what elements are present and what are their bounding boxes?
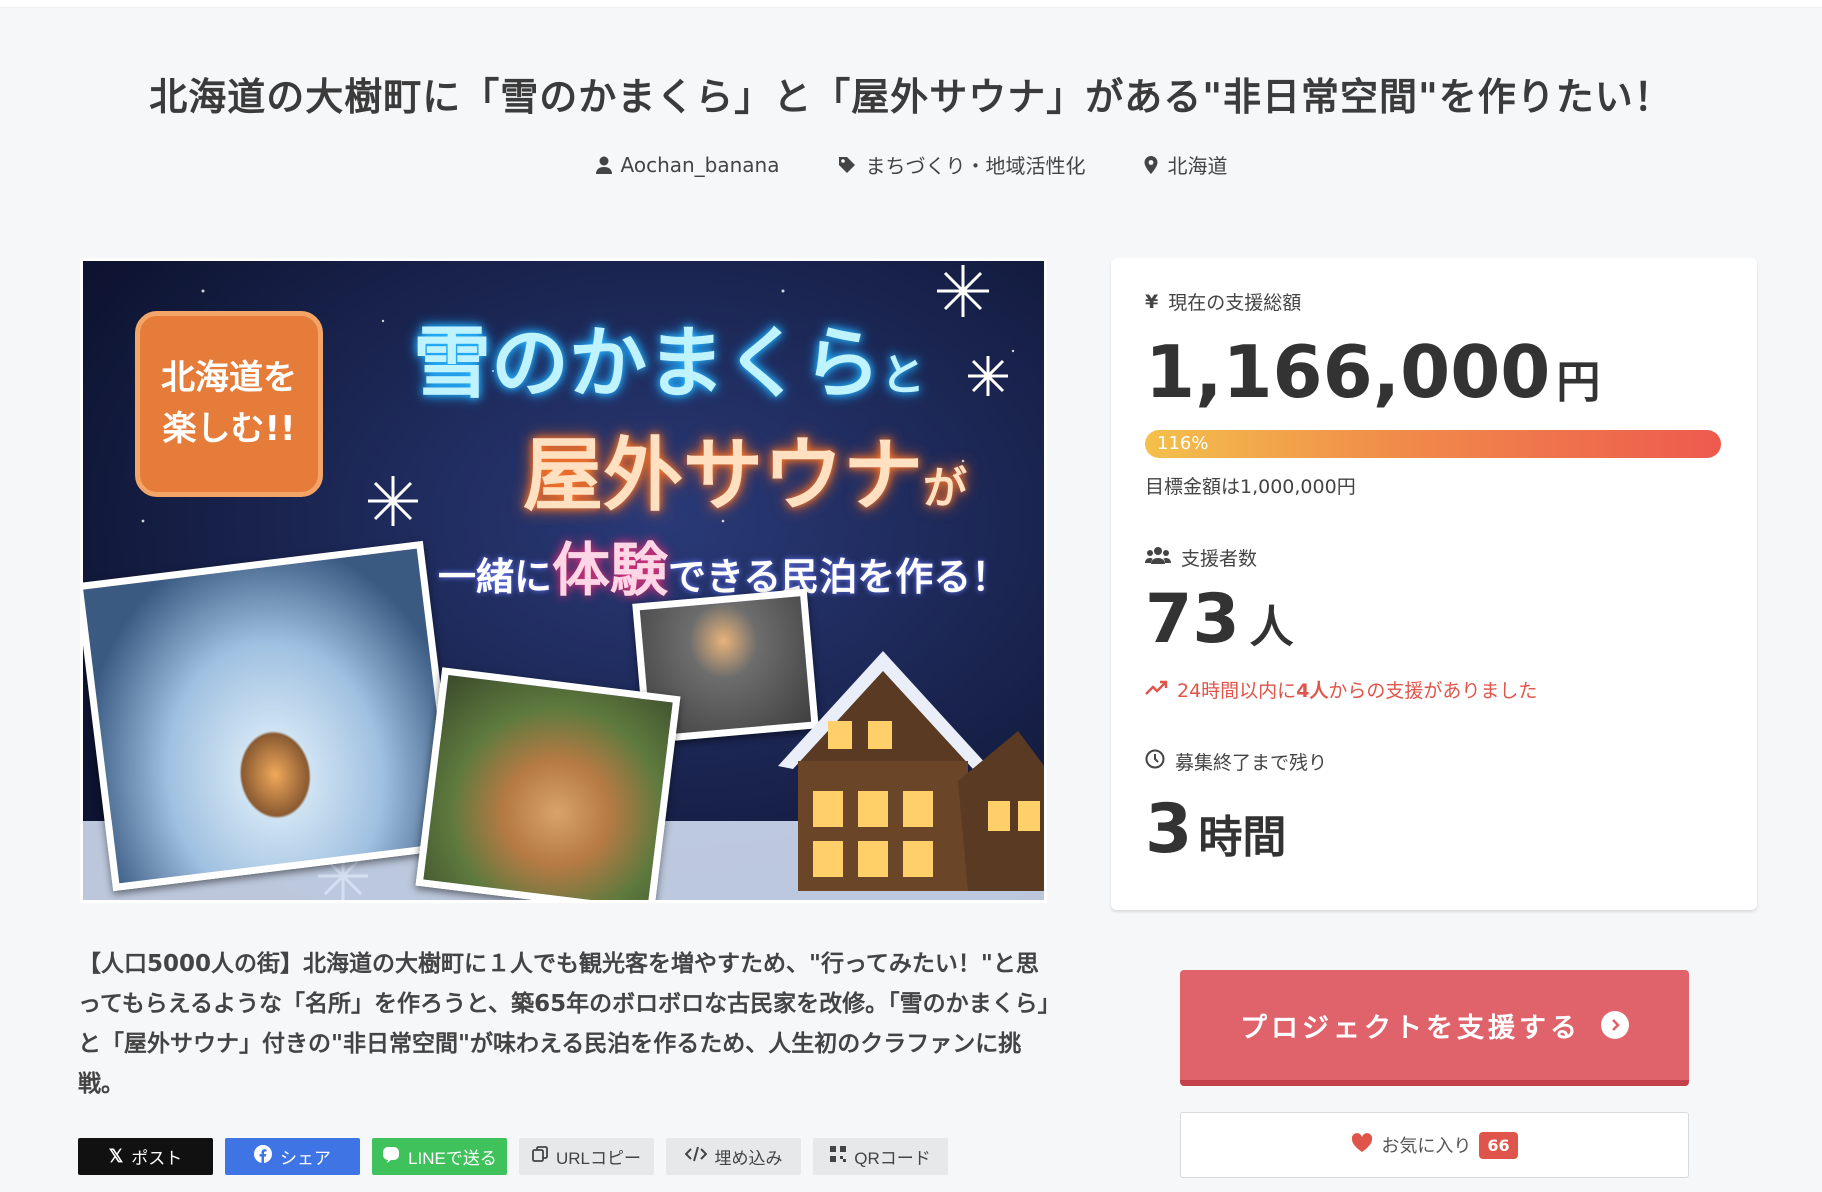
remaining-time-value: 3 xyxy=(1145,790,1193,869)
hero-line2-suffix: が xyxy=(923,463,967,514)
total-amount-label-text: 現在の支援総額 xyxy=(1168,292,1302,314)
qr-code-button[interactable]: QRコード xyxy=(813,1138,948,1175)
remaining-time: 3 時間 xyxy=(1145,790,1286,869)
supporters-unit: 人 xyxy=(1249,602,1294,653)
clock-icon xyxy=(1145,749,1165,774)
favorite-button[interactable]: お気に入り 66 xyxy=(1180,1112,1689,1178)
hero-badge-line2: 楽しむ!! xyxy=(162,409,296,449)
yen-icon: ¥ xyxy=(1145,290,1159,313)
hero-badge: 北海道を 楽しむ!! xyxy=(135,311,323,497)
remaining-time-unit: 時間 xyxy=(1198,812,1287,863)
location-name: 北海道 xyxy=(1167,154,1228,178)
support-project-label: プロジェクトを支援する xyxy=(1240,1012,1581,1044)
share-line-button[interactable]: LINEで送る xyxy=(372,1138,507,1175)
barrel-sauna-photo xyxy=(415,667,681,900)
hero-line3-post: できる民泊を作る！ xyxy=(668,555,1010,599)
user-icon xyxy=(595,155,613,175)
code-icon xyxy=(684,1146,707,1167)
hero-headline-3: 一緒に体験できる民泊を作る！ xyxy=(438,523,1009,607)
supporters-label: 支援者数 xyxy=(1145,544,1257,571)
trending-up-icon xyxy=(1145,679,1169,701)
share-bar: 𝕏 ポスト シェア LINEで送る URLコピー 埋め込み QRコード xyxy=(78,1138,948,1175)
goal-amount: 目標金額は1,000,000円 xyxy=(1145,476,1356,498)
funding-progress-bar: 116% xyxy=(1145,430,1721,458)
copy-icon xyxy=(532,1146,548,1167)
chevron-right-icon xyxy=(1601,1011,1629,1039)
project-summary: 【人口5000人の街】北海道の大樹町に１人でも観光客を増やすため、"行ってみたい… xyxy=(78,951,1050,1097)
author-link[interactable]: Aochan_banana xyxy=(595,150,780,179)
share-facebook-label: シェア xyxy=(280,1149,331,1168)
lit-house-illustration xyxy=(778,651,1044,891)
hero-line2-text: 屋外サウナ xyxy=(523,429,923,522)
hero-line1-text: 雪のかまくら xyxy=(413,319,882,409)
heart-icon xyxy=(1351,1132,1373,1158)
favorite-label: お気に入り xyxy=(1381,1136,1472,1157)
progress-percent: 116% xyxy=(1157,433,1209,454)
hero-headline-1: 雪のかまくらと xyxy=(413,301,925,413)
category-name: まちづくり・地域活性化 xyxy=(865,154,1086,178)
top-bar xyxy=(0,0,1822,8)
qr-code-icon xyxy=(830,1146,847,1167)
total-amount: 1,166,000 円 xyxy=(1145,330,1600,414)
share-line-label: LINEで送る xyxy=(408,1149,497,1168)
total-amount-label: ¥ 現在の支援総額 xyxy=(1145,288,1301,315)
copy-url-label: URLコピー xyxy=(555,1149,641,1168)
facebook-icon xyxy=(254,1145,272,1168)
hero-line3-pre: 一緒に xyxy=(438,555,553,599)
currency-unit: 円 xyxy=(1556,357,1601,408)
hero-headline-2: 屋外サウナが xyxy=(523,411,967,527)
location-link[interactable]: 北海道 xyxy=(1143,150,1227,179)
users-icon xyxy=(1145,546,1171,569)
embed-button[interactable]: 埋め込み xyxy=(666,1138,801,1175)
hero-line1-suffix: と xyxy=(881,350,926,401)
x-logo-icon: 𝕏 xyxy=(108,1146,124,1166)
author-name: Aochan_banana xyxy=(620,152,780,177)
kamakura-photo xyxy=(83,540,461,892)
share-facebook-button[interactable]: シェア xyxy=(225,1138,360,1175)
recent-support-post: からの支援がありました xyxy=(1328,680,1538,702)
project-hero-image: 北海道を 楽しむ!! 雪のかまくらと 屋外サウナが 一緒に体験できる民泊を作る！ xyxy=(80,258,1047,903)
map-pin-icon xyxy=(1143,155,1159,175)
hero-badge-line1: 北海道を xyxy=(161,358,297,398)
support-project-button[interactable]: プロジェクトを支援する xyxy=(1180,970,1689,1086)
recent-support-pre: 24時間以内に xyxy=(1177,680,1297,702)
share-x-label: ポスト xyxy=(131,1149,183,1168)
category-link[interactable]: まちづくり・地域活性化 xyxy=(837,150,1085,179)
line-icon xyxy=(382,1145,400,1168)
embed-label: 埋め込み xyxy=(714,1149,783,1168)
copy-url-button[interactable]: URLコピー xyxy=(519,1138,654,1175)
total-amount-value: 1,166,000 xyxy=(1145,330,1551,414)
project-meta: Aochan_banana まちづくり・地域活性化 北海道 xyxy=(0,150,1822,179)
qr-code-label: QRコード xyxy=(854,1149,931,1168)
funding-status-panel: ¥ 現在の支援総額 1,166,000 円 116% 目標金額は1,000,000… xyxy=(1111,258,1757,910)
remaining-time-label: 募集終了まで残り xyxy=(1145,748,1327,775)
recent-support-notice: 24時間以内に4人からの支援がありました xyxy=(1145,676,1537,703)
supporters-count-value: 73 xyxy=(1145,580,1240,659)
remaining-time-label-text: 募集終了まで残り xyxy=(1175,752,1328,774)
hero-line3-big: 体験 xyxy=(552,536,669,604)
project-title: 北海道の大樹町に「雪のかまくら」と「屋外サウナ」がある"非日常空間"を作りたい！ xyxy=(149,75,1673,119)
tag-icon xyxy=(837,155,857,175)
supporters-label-text: 支援者数 xyxy=(1181,548,1258,570)
favorite-count-badge: 66 xyxy=(1479,1131,1518,1159)
supporters-count: 73 人 xyxy=(1145,580,1294,659)
share-x-button[interactable]: 𝕏 ポスト xyxy=(78,1138,213,1175)
recent-support-count: 4人 xyxy=(1296,680,1329,702)
